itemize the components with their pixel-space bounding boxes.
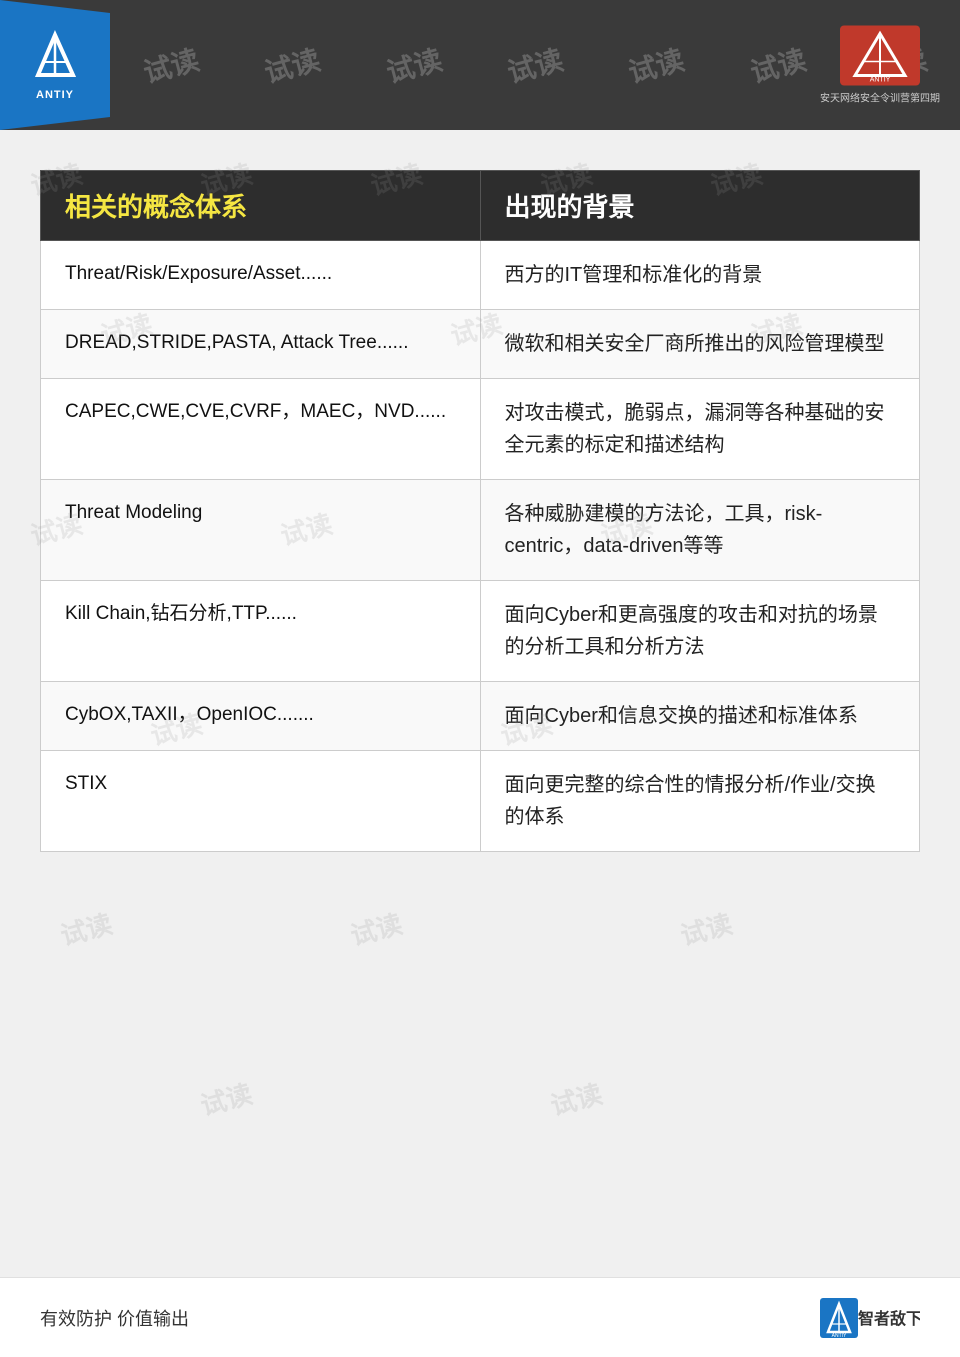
table-cell-left-3: Threat Modeling: [41, 480, 481, 581]
table-cell-left-0: Threat/Risk/Exposure/Asset......: [41, 241, 481, 310]
cwm-16: 试读: [676, 904, 736, 953]
logo-box: ANTIY: [0, 0, 110, 130]
table-row: CAPEC,CWE,CVE,CVRF，MAEC，NVD......对攻击模式，脆…: [41, 379, 920, 480]
main-content: 相关的概念体系 出现的背景 Threat/Risk/Exposure/Asset…: [40, 170, 920, 852]
table-cell-right-5: 面向Cyber和信息交换的描述和标准体系: [480, 682, 920, 751]
svg-text:ANTIY: ANTIY: [870, 77, 891, 84]
col1-header: 相关的概念体系: [41, 171, 481, 241]
header-brand-subtitle: 安天网络安全令训营第四期: [820, 90, 940, 105]
watermark-1: 试读: [138, 38, 202, 91]
table-cell-right-2: 对攻击模式，脆弱点，漏洞等各种基础的安全元素的标定和描述结构: [480, 379, 920, 480]
table-cell-left-4: Kill Chain,钻石分析,TTP......: [41, 581, 481, 682]
watermark-2: 试读: [260, 38, 324, 91]
table-cell-right-3: 各种威胁建模的方法论，工具，risk-centric，data-driven等等: [480, 480, 920, 581]
header-brand-logo-svg: ANTIY: [840, 26, 920, 86]
watermark-5: 试读: [624, 38, 688, 91]
svg-text:智者敌下: 智者敌下: [858, 1309, 920, 1328]
table-cell-right-0: 西方的IT管理和标准化的背景: [480, 241, 920, 310]
cwm-18: 试读: [546, 1074, 606, 1123]
footer: 有效防护 价值输出 ANTIY 智者敌下: [0, 1277, 960, 1357]
table-cell-left-6: STIX: [41, 751, 481, 852]
table-cell-right-4: 面向Cyber和更高强度的攻击和对抗的场景的分析工具和分析方法: [480, 581, 920, 682]
table-row: Threat Modeling各种威胁建模的方法论，工具，risk-centri…: [41, 480, 920, 581]
table-cell-left-1: DREAD,STRIDE,PASTA, Attack Tree......: [41, 310, 481, 379]
concept-table: 相关的概念体系 出现的背景 Threat/Risk/Exposure/Asset…: [40, 170, 920, 852]
table-row: Kill Chain,钻石分析,TTP......面向Cyber和更高强度的攻击…: [41, 581, 920, 682]
table-cell-left-2: CAPEC,CWE,CVE,CVRF，MAEC，NVD......: [41, 379, 481, 480]
logo-text: ANTIY: [36, 89, 74, 101]
footer-logo-svg: ANTIY 智者敌下: [820, 1298, 920, 1338]
table-header-row: 相关的概念体系 出现的背景: [41, 171, 920, 241]
table-cell-right-6: 面向更完整的综合性的情报分析/作业/交换的体系: [480, 751, 920, 852]
cwm-15: 试读: [346, 904, 406, 953]
cwm-17: 试读: [196, 1074, 256, 1123]
watermark-3: 试读: [381, 38, 445, 91]
table-row: STIX面向更完整的综合性的情报分析/作业/交换的体系: [41, 751, 920, 852]
antiy-logo-icon: [28, 30, 83, 85]
cwm-14: 试读: [56, 904, 116, 953]
watermark-4: 试读: [503, 38, 567, 91]
table-row: Threat/Risk/Exposure/Asset......西方的IT管理和…: [41, 241, 920, 310]
header-brand: ANTIY 安天网络安全令训营第四期: [820, 26, 940, 105]
table-cell-left-5: CybOX,TAXII，OpenIOC.......: [41, 682, 481, 751]
table-row: CybOX,TAXII，OpenIOC.......面向Cyber和信息交换的描…: [41, 682, 920, 751]
footer-left-text: 有效防护 价值输出: [40, 1305, 189, 1331]
col2-header: 出现的背景: [480, 171, 920, 241]
table-row: DREAD,STRIDE,PASTA, Attack Tree......微软和…: [41, 310, 920, 379]
header: ANTIY 试读 试读 试读 试读 试读 试读 试读 ANTIY 安天网络安全令…: [0, 0, 960, 130]
footer-right: ANTIY 智者敌下: [820, 1298, 920, 1338]
table-cell-right-1: 微软和相关安全厂商所推出的风险管理模型: [480, 310, 920, 379]
watermark-6: 试读: [746, 38, 810, 91]
svg-text:ANTIY: ANTIY: [832, 1333, 847, 1338]
